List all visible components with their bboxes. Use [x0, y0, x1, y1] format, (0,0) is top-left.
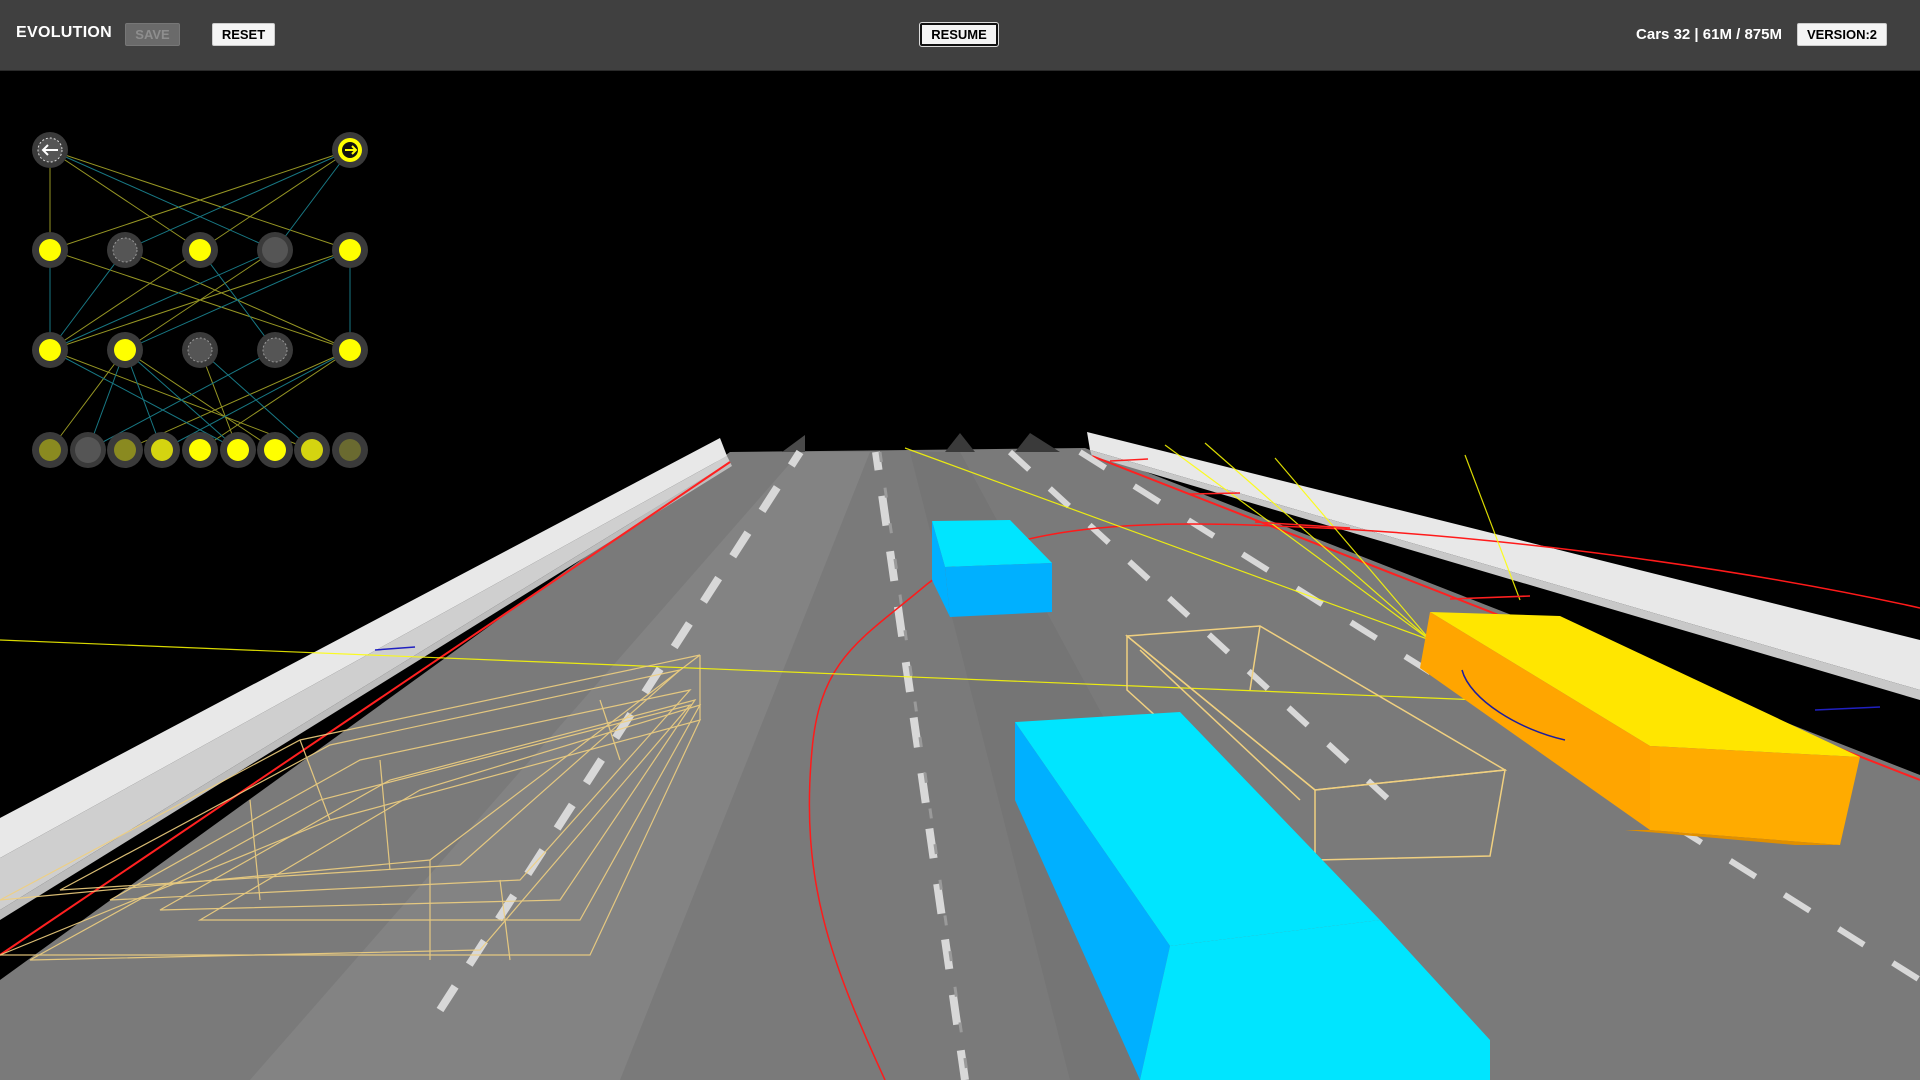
app-title: EVOLUTION: [16, 24, 113, 41]
network-connections: [49, 149, 351, 451]
reset-button[interactable]: RESET: [212, 23, 275, 46]
simulation-stats: Cars 32 | 61M / 875M: [1636, 26, 1782, 43]
resume-button[interactable]: RESUME: [919, 22, 999, 47]
input-layer: [32, 432, 368, 468]
hidden-layer-2: [32, 232, 368, 268]
distant-post: [945, 433, 975, 452]
output-left-node: [32, 132, 68, 168]
neural-network-visualization: [32, 132, 368, 468]
distant-post: [782, 435, 805, 452]
output-right-node: [332, 132, 368, 168]
save-button[interactable]: SAVE: [125, 23, 180, 46]
simulation-viewport[interactable]: [0, 71, 1920, 1080]
toolbar: EVOLUTION SAVE RESET RESUME Cars 32 | 61…: [0, 0, 1920, 71]
version-button[interactable]: VERSION:2: [1797, 23, 1887, 46]
distant-post: [1015, 433, 1060, 452]
